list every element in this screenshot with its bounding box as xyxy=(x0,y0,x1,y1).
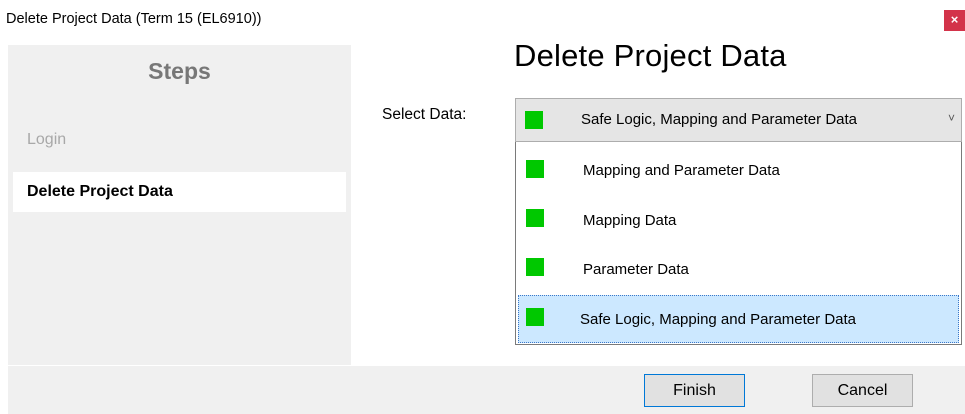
steps-title: Steps xyxy=(148,58,211,84)
option-parameter-data[interactable]: Parameter Data xyxy=(518,247,959,295)
option-label: Parameter Data xyxy=(583,261,689,278)
step-login: Login xyxy=(13,120,346,160)
green-swatch-icon xyxy=(526,258,544,276)
option-safe-logic-mapping-and-parameter-data[interactable]: Safe Logic, Mapping and Parameter Data xyxy=(518,295,959,343)
option-mapping-data[interactable]: Mapping Data xyxy=(518,197,959,245)
dropdown-list: Mapping and Parameter Data Mapping Data … xyxy=(515,142,962,345)
select-data-dropdown[interactable]: Safe Logic, Mapping and Parameter Data ˅ xyxy=(515,98,962,142)
selected-value: Safe Logic, Mapping and Parameter Data xyxy=(581,111,857,128)
option-mapping-and-parameter-data[interactable]: Mapping and Parameter Data xyxy=(518,147,959,195)
chevron-down-icon: ˅ xyxy=(948,111,956,125)
cancel-button[interactable]: Cancel xyxy=(812,374,913,407)
option-label: Safe Logic, Mapping and Parameter Data xyxy=(580,311,856,328)
green-swatch-icon xyxy=(526,209,544,227)
close-icon: × xyxy=(950,12,959,27)
steps-panel: Steps Login Delete Project Data xyxy=(8,45,351,365)
footer-bar: Finish Cancel xyxy=(8,366,965,414)
finish-button[interactable]: Finish xyxy=(644,374,745,407)
option-label: Mapping and Parameter Data xyxy=(583,162,780,179)
green-swatch-icon xyxy=(525,111,543,129)
select-data-label: Select Data: xyxy=(382,106,467,123)
green-swatch-icon xyxy=(526,308,544,326)
window-title: Delete Project Data (Term 15 (EL6910)) xyxy=(6,11,262,27)
page-title: Delete Project Data xyxy=(514,38,787,73)
close-button[interactable]: × xyxy=(944,10,965,31)
green-swatch-icon xyxy=(526,160,544,178)
step-delete-project-data: Delete Project Data xyxy=(13,172,346,212)
title-bar: Delete Project Data (Term 15 (EL6910)) × xyxy=(0,0,965,38)
option-label: Mapping Data xyxy=(583,212,677,229)
